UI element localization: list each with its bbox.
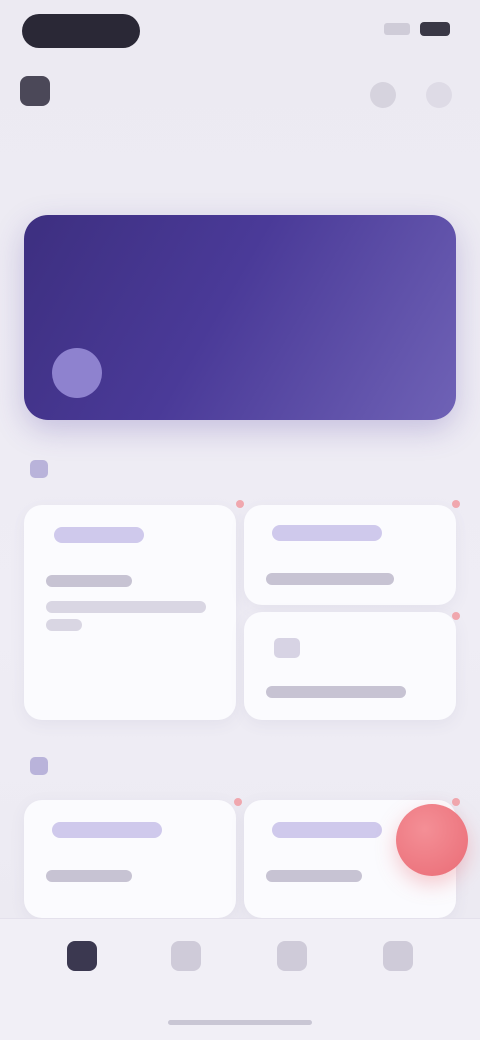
card-text [266,573,394,585]
nav-item-home[interactable] [42,941,122,977]
card-text [266,870,362,882]
document-icon [171,941,201,971]
search-icon[interactable] [370,82,396,108]
home-icon [67,941,97,971]
card-icon [274,638,300,658]
notification-icon[interactable] [426,82,452,108]
card-text [46,575,132,587]
status-bar [0,0,480,64]
card-text [46,601,206,613]
signal-icon [384,23,410,35]
battery-icon [420,22,450,36]
menu-icon[interactable] [20,76,50,106]
badge-dot [452,612,460,620]
card-tag [52,822,162,838]
card-bottom-left[interactable] [24,800,236,918]
add-button[interactable] [396,804,468,876]
section-header-2 [30,757,62,775]
card-text [46,870,132,882]
card-left-large[interactable] [24,505,236,720]
badge-dot [452,500,460,508]
card-text [266,686,406,698]
card-text [46,619,82,631]
section-header-1 [30,460,62,478]
nav-item-profile[interactable] [358,941,438,977]
app-header [0,70,480,120]
dynamic-island [22,14,140,48]
badge-dot [452,798,460,806]
section-icon [30,460,48,478]
card-tag [272,822,382,838]
profile-icon [383,941,413,971]
section-icon [30,757,48,775]
card-right-bottom[interactable] [244,612,456,720]
badge-dot [234,798,242,806]
card-right-top[interactable] [244,505,456,605]
card-tag [54,527,144,543]
avatar [52,348,102,398]
card-tag [272,525,382,541]
chart-icon [277,941,307,971]
status-icons [384,22,450,36]
nav-item-stats[interactable] [252,941,332,977]
badge-dot [236,500,244,508]
nav-item-documents[interactable] [146,941,226,977]
home-indicator [168,1020,312,1025]
